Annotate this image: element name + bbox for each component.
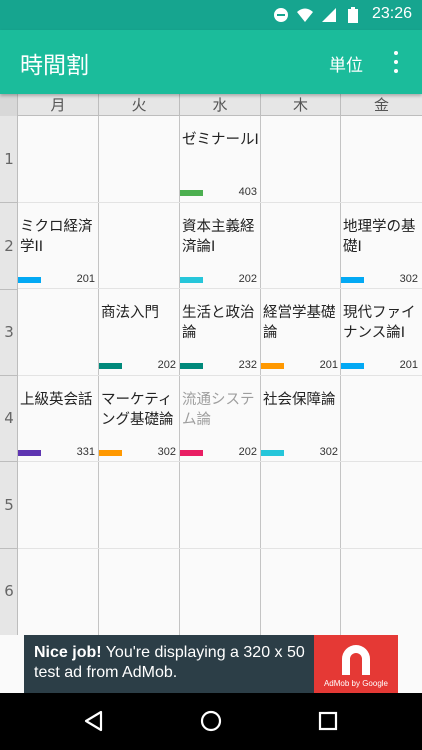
recents-icon[interactable] (316, 709, 340, 733)
class-room: 201 (399, 359, 418, 371)
class-name: ミクロ経済学II (20, 219, 93, 255)
row-divider (18, 548, 422, 549)
class-name: 生活と政治論 (182, 305, 255, 341)
ad-banner-area: Nice job! You're displaying a 320 x 50 t… (0, 635, 422, 693)
class-color-bar (261, 363, 284, 369)
status-bar: 23:26 (0, 0, 422, 30)
class-cell[interactable]: ゼミナールI 403 (180, 116, 261, 202)
ad-text: Nice job! You're displaying a 320 x 50 t… (34, 643, 314, 683)
class-color-bar (180, 450, 203, 456)
admob-brand-text: AdMob by Google (323, 679, 389, 688)
home-icon[interactable] (199, 709, 223, 733)
day-header-row: 月 火 水 木 金 (0, 94, 422, 116)
unit-button[interactable]: 単位 (329, 51, 363, 76)
period-label: 6 (4, 582, 14, 600)
status-time: 23:26 (371, 5, 412, 22)
class-room: 201 (319, 359, 338, 371)
header-corner (0, 94, 18, 116)
class-name: ゼミナールI (182, 132, 259, 148)
class-name: マーケティング基礎論 (101, 392, 174, 428)
ad-headline: Nice job! (34, 644, 102, 661)
admob-logo: AdMob by Google (314, 635, 398, 693)
class-room: 331 (76, 446, 95, 458)
class-room: 232 (238, 359, 257, 371)
class-name: 現代ファイナンス論I (343, 305, 416, 341)
class-name: 上級英会話 (20, 392, 93, 408)
class-cell[interactable]: 流通システム論 202 (180, 376, 261, 462)
class-room: 302 (319, 446, 338, 458)
class-room: 302 (157, 446, 176, 458)
period-label: 2 (0, 203, 18, 290)
period-label: 4 (0, 375, 18, 462)
class-color-bar (99, 450, 122, 456)
class-room: 202 (238, 446, 257, 458)
class-color-bar (180, 190, 203, 196)
class-color-bar (18, 450, 41, 456)
class-room: 201 (76, 273, 95, 285)
class-color-bar (341, 363, 364, 369)
period-label: 3 (0, 289, 18, 376)
class-cell[interactable]: 経営学基礎論 201 (261, 289, 342, 375)
class-name: 商法入門 (101, 305, 159, 321)
dnd-icon (274, 8, 288, 22)
class-color-bar (341, 277, 364, 283)
day-header-tue: 火 (99, 94, 180, 116)
class-name: 流通システム論 (182, 392, 255, 428)
class-cell[interactable]: 資本主義経済論I 202 (180, 203, 261, 289)
class-room: 202 (157, 359, 176, 371)
class-cell[interactable]: 現代ファイナンス論I 201 (341, 289, 422, 375)
nav-bar (0, 693, 422, 750)
signal-icon (322, 8, 336, 22)
class-color-bar (180, 363, 203, 369)
period-label: 5 (0, 462, 18, 549)
class-color-bar (99, 363, 122, 369)
ad-banner[interactable]: Nice job! You're displaying a 320 x 50 t… (24, 635, 398, 693)
day-header-mon: 月 (18, 94, 99, 116)
admob-icon (342, 645, 370, 675)
class-room: 202 (238, 273, 257, 285)
class-name: 地理学の基礎I (343, 219, 416, 255)
class-cell[interactable]: ミクロ経済学II 201 (18, 203, 99, 289)
more-vert-icon[interactable] (386, 48, 406, 76)
class-cell[interactable]: 社会保障論 302 (261, 376, 342, 462)
class-color-bar (18, 277, 41, 283)
app-bar: 時間割 単位 (0, 30, 422, 94)
class-cell[interactable]: 商法入門 202 (99, 289, 180, 375)
class-room: 302 (399, 273, 418, 285)
class-color-bar (180, 277, 203, 283)
day-header-thu: 木 (261, 94, 341, 116)
timetable-grid: 月 火 水 木 金 1 2 3 4 5 6 ゼミナールI 403 ミクロ経済学II 2… (0, 94, 422, 635)
back-icon[interactable] (82, 709, 106, 733)
page-title: 時間割 (20, 53, 89, 79)
class-cell[interactable]: 生活と政治論 232 (180, 289, 261, 375)
class-color-bar (261, 450, 284, 456)
class-cell[interactable]: 上級英会話 331 (18, 376, 99, 462)
class-name: 経営学基礎論 (263, 305, 336, 341)
day-header-fri: 金 (373, 96, 389, 114)
class-name: 資本主義経済論I (182, 219, 255, 255)
period-label: 1 (0, 116, 18, 203)
period-column: 1 2 3 4 5 6 (0, 116, 18, 635)
class-room: 403 (238, 186, 257, 198)
battery-icon (348, 7, 358, 23)
class-cell[interactable]: 地理学の基礎I 302 (341, 203, 422, 289)
class-cell[interactable]: マーケティング基礎論 302 (99, 376, 180, 462)
day-header-wed: 水 (180, 94, 261, 116)
class-name: 社会保障論 (263, 392, 336, 408)
wifi-icon (297, 8, 313, 22)
